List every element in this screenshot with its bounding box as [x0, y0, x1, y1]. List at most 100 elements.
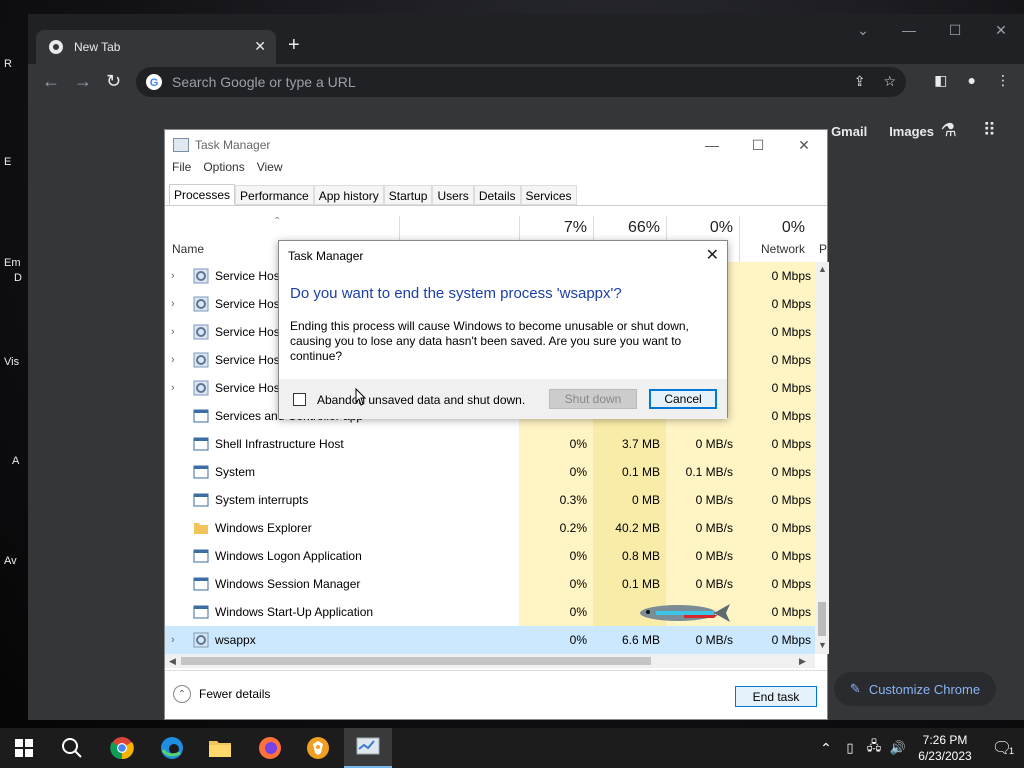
omnibox[interactable]: G Search Google or type a URL ⇪ ☆ [136, 67, 906, 97]
cancel-button[interactable]: Cancel [649, 389, 717, 409]
maximize-icon[interactable]: ☐ [932, 22, 978, 39]
scroll-thumb[interactable] [818, 602, 826, 636]
scroll-left-icon[interactable]: ◀ [169, 656, 176, 667]
minimize-icon[interactable]: — [689, 130, 735, 160]
share-icon[interactable]: ⇪ [854, 73, 866, 90]
menu-options[interactable]: Options [203, 160, 244, 180]
back-icon[interactable]: ← [42, 71, 60, 92]
reload-icon[interactable]: ↻ [106, 71, 121, 92]
tablet-icon[interactable]: ▯ [838, 740, 862, 756]
network-icon[interactable]: 🖧 [862, 737, 886, 759]
maximize-icon[interactable]: ☐ [735, 130, 781, 160]
tab-search-icon[interactable]: ⌄ [840, 22, 886, 39]
desktop-icon-label[interactable]: E [4, 156, 11, 168]
tab-performance[interactable]: Performance [235, 185, 314, 205]
ntp-icons: ⚗ ⠿ [941, 120, 996, 141]
abandon-data-label[interactable]: Abandon unsaved data and shut down. [317, 393, 525, 407]
tab-startup[interactable]: Startup [383, 185, 433, 205]
process-row[interactable]: › wsappx 0% 6.6 MB 0 MB/s 0 Mbps [165, 626, 817, 654]
tab-services[interactable]: Services [520, 185, 577, 205]
customize-chrome-button[interactable]: ✎ Customize Chrome [834, 672, 996, 706]
desktop-icon-label[interactable]: R [4, 58, 12, 70]
close-icon[interactable]: ✕ [706, 245, 719, 265]
start-button[interactable] [0, 728, 48, 768]
side-panel-icon[interactable]: ◧ [934, 72, 947, 89]
menu-kebab-icon[interactable]: ⋮ [996, 72, 1010, 89]
chevron-right-icon[interactable]: › [171, 634, 181, 646]
desktop-icon-label[interactable]: Em [4, 257, 21, 269]
notification-center-button[interactable]: 🗨 1 [980, 738, 1024, 758]
chevron-right-icon[interactable]: › [171, 326, 181, 338]
fewer-details-button[interactable]: ⌃ Fewer details [173, 685, 270, 703]
close-tab-icon[interactable]: ✕ [254, 38, 266, 55]
tab-users[interactable]: Users [432, 185, 474, 205]
desktop-icon-label[interactable]: D [14, 272, 22, 284]
desktop-icon-label[interactable]: Av [4, 555, 17, 567]
volume-icon[interactable]: 🔊 [886, 740, 910, 756]
close-window-icon[interactable]: ✕ [978, 22, 1024, 39]
end-process-dialog: Task Manager ✕ Do you want to end the sy… [278, 240, 728, 419]
menu-view[interactable]: View [257, 160, 283, 180]
end-task-button[interactable]: End task [735, 686, 817, 707]
network-cell: 0 Mbps [739, 486, 817, 514]
chevron-up-icon[interactable]: ⌃ [814, 740, 838, 757]
scroll-down-icon[interactable]: ▼ [818, 640, 827, 650]
shut-down-button[interactable]: Shut down [549, 389, 637, 409]
minimize-icon[interactable]: — [886, 22, 932, 39]
apps-grid-icon[interactable]: ⠿ [983, 120, 996, 141]
menu-file[interactable]: File [172, 160, 191, 180]
network-cell: 0 Mbps [739, 570, 817, 598]
process-row[interactable]: System 0% 0.1 MB 0.1 MB/s 0 Mbps [165, 458, 817, 486]
vertical-scrollbar[interactable]: ▲ ▼ [815, 262, 829, 654]
network-cell: 0 Mbps [739, 626, 817, 654]
scroll-thumb[interactable] [181, 657, 651, 665]
process-row[interactable]: Windows Session Manager 0% 0.1 MB 0 MB/s 0 M… [165, 570, 817, 598]
abandon-data-checkbox[interactable] [293, 393, 306, 406]
images-link[interactable]: Images [889, 124, 934, 139]
tab-details[interactable]: Details [473, 185, 521, 205]
scroll-right-icon[interactable]: ▶ [799, 656, 806, 667]
process-row[interactable]: System interrupts 0.3% 0 MB 0 MB/s 0 Mbps [165, 486, 817, 514]
process-row[interactable]: Shell Infrastructure Host 0% 3.7 MB 0 MB/s 0… [165, 430, 817, 458]
fish-image [640, 604, 730, 622]
taskbar-brave[interactable] [294, 728, 342, 768]
chevron-right-icon[interactable]: › [171, 270, 181, 282]
chevron-right-icon[interactable]: › [171, 354, 181, 366]
task-manager-icon [173, 138, 189, 152]
network-cell: 0 Mbps [739, 262, 817, 290]
window-icon [193, 576, 209, 592]
process-name: System interrupts [215, 493, 309, 507]
desktop-icon-label[interactable]: A [12, 455, 19, 467]
chevron-right-icon[interactable]: › [171, 298, 181, 310]
process-row[interactable]: Windows Logon Application 0% 0.8 MB 0 MB/s 0… [165, 542, 817, 570]
desktop-icon-label[interactable]: Vis [4, 356, 19, 368]
horizontal-scrollbar[interactable]: ◀ ▶ [165, 654, 815, 668]
process-row[interactable]: Windows Explorer 0.2% 40.2 MB 0 MB/s 0 Mbps [165, 514, 817, 542]
process-name: Windows Logon Application [215, 549, 362, 563]
tab-app-history[interactable]: App history [313, 185, 384, 205]
column-header-network[interactable]: 0% Network [739, 214, 811, 260]
bookmark-star-icon[interactable]: ☆ [883, 73, 896, 90]
forward-icon[interactable]: → [74, 71, 92, 92]
taskbar-file-explorer[interactable] [196, 728, 244, 768]
chrome-tab-new-tab[interactable]: New Tab ✕ [36, 30, 276, 64]
tab-processes[interactable]: Processes [169, 184, 236, 205]
chevron-right-icon[interactable]: › [171, 382, 181, 394]
profile-icon[interactable]: ● [968, 72, 976, 89]
close-icon[interactable]: ✕ [781, 130, 827, 160]
search-button[interactable] [48, 728, 96, 768]
network-cell: 0 Mbps [739, 514, 817, 542]
scroll-up-icon[interactable]: ▲ [818, 264, 827, 274]
tab-strip: Processes Performance App history Startu… [165, 184, 827, 206]
gmail-link[interactable]: Gmail [831, 124, 867, 139]
memory-cell: 0.1 MB [593, 458, 666, 486]
taskbar-task-manager[interactable] [344, 728, 392, 768]
pencil-icon: ✎ [849, 681, 861, 696]
clock[interactable]: 7:26 PM 6/23/2023 [910, 732, 980, 764]
taskbar-firefox[interactable] [246, 728, 294, 768]
column-header-power[interactable]: P [813, 214, 827, 260]
taskbar-chrome[interactable] [98, 728, 146, 768]
taskbar-edge[interactable] [148, 728, 196, 768]
labs-flask-icon[interactable]: ⚗ [941, 120, 957, 141]
new-tab-button[interactable]: + [288, 34, 300, 57]
